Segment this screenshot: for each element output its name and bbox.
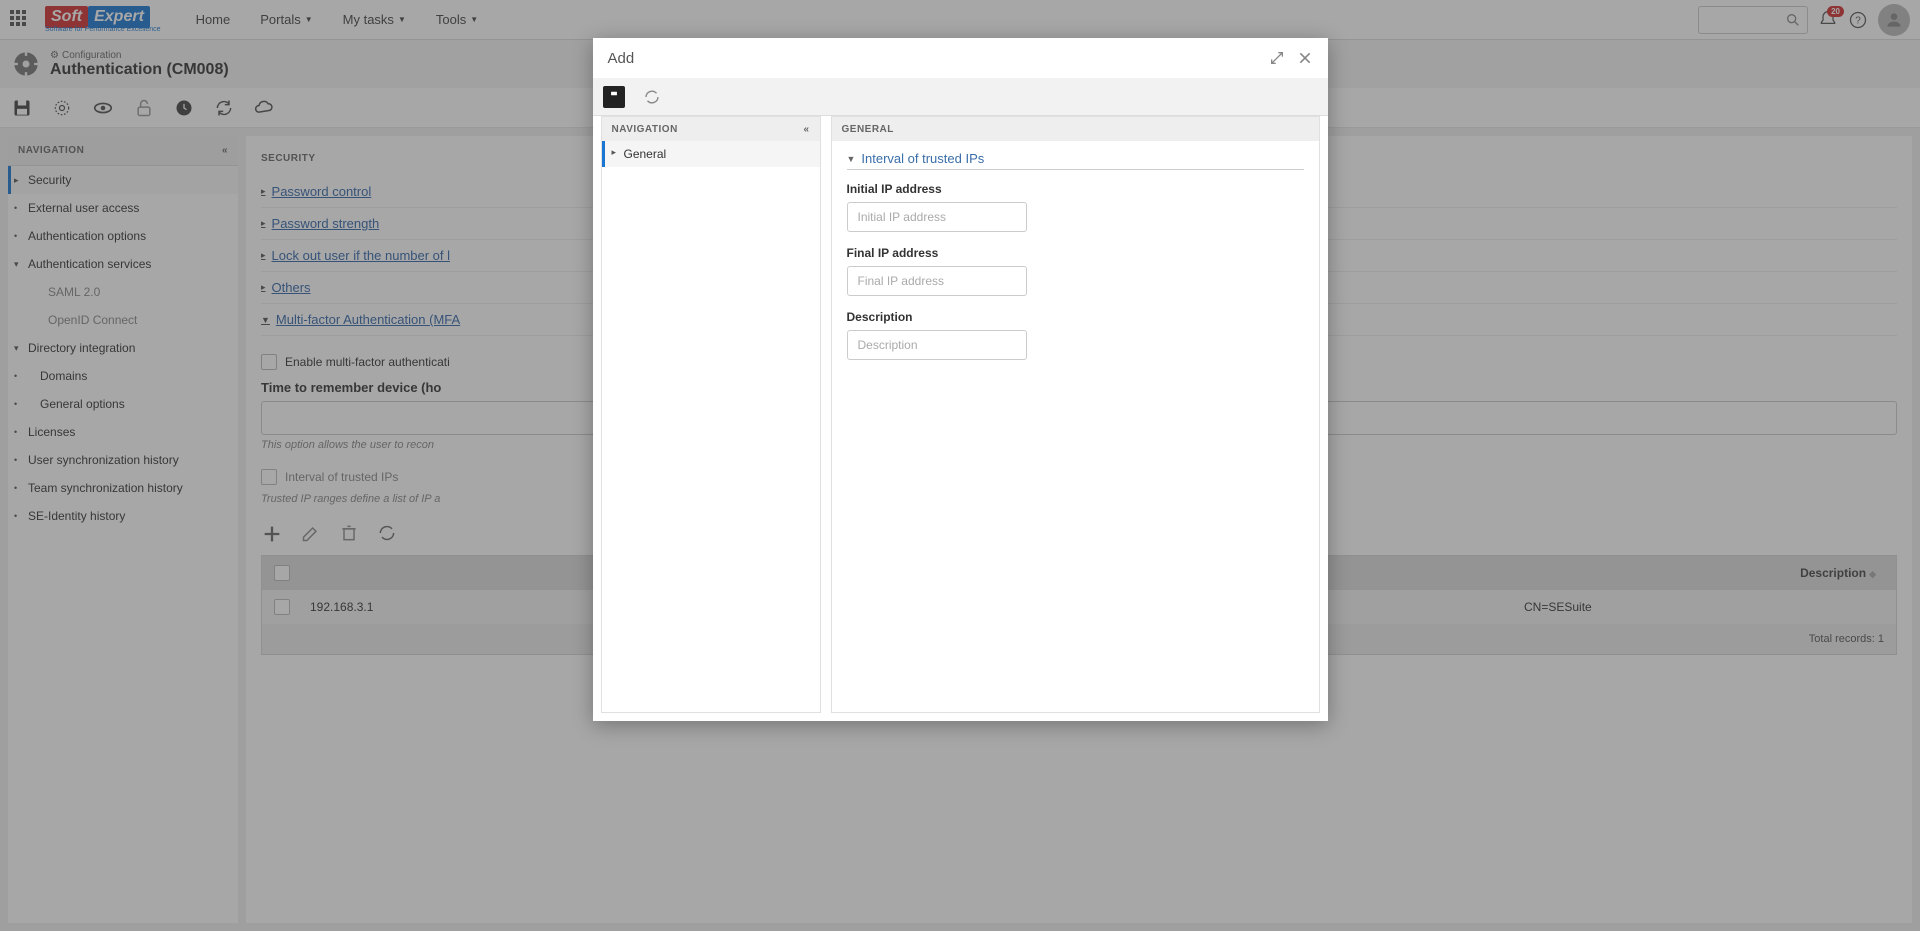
- modal-nav: NAVIGATION « ▸General: [601, 116, 821, 713]
- add-modal: Add NAVIGATION « ▸General GENERAL ▼Interv…: [593, 38, 1328, 721]
- initial-ip-label: Initial IP address: [847, 182, 1304, 196]
- modal-toolbar: [593, 78, 1328, 116]
- expand-icon[interactable]: [1269, 50, 1285, 66]
- modal-content-title: GENERAL: [832, 117, 1319, 141]
- modal-overlay: Add NAVIGATION « ▸General GENERAL ▼Interv…: [0, 0, 1920, 931]
- section-trusted-ips[interactable]: ▼Interval of trusted IPs: [847, 151, 1304, 170]
- initial-ip-input[interactable]: [847, 202, 1027, 232]
- close-icon[interactable]: [1297, 50, 1313, 66]
- modal-nav-general[interactable]: ▸General: [602, 141, 820, 167]
- modal-nav-title: NAVIGATION: [612, 124, 678, 135]
- collapse-modal-nav-icon[interactable]: «: [803, 124, 809, 135]
- modal-content: GENERAL ▼Interval of trusted IPs Initial…: [831, 116, 1320, 713]
- modal-save-button[interactable]: [603, 86, 625, 108]
- final-ip-label: Final IP address: [847, 246, 1304, 260]
- description-input[interactable]: [847, 330, 1027, 360]
- description-label: Description: [847, 310, 1304, 324]
- modal-title: Add: [608, 50, 635, 67]
- final-ip-input[interactable]: [847, 266, 1027, 296]
- save-icon: [607, 90, 621, 104]
- modal-refresh-icon[interactable]: [643, 88, 661, 106]
